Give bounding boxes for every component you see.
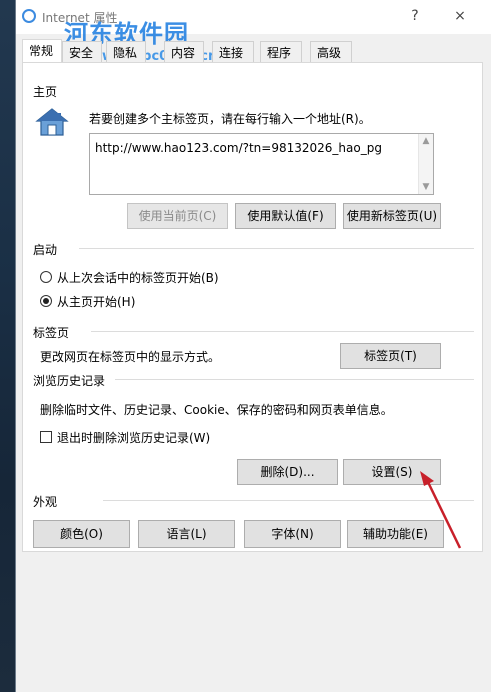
internet-options-dialog: Internet 属性 ? × 河东软件园 www.pc0359.cn 常规 安… (15, 0, 491, 692)
desktop-background (0, 0, 15, 692)
annotation-arrow (420, 471, 462, 549)
